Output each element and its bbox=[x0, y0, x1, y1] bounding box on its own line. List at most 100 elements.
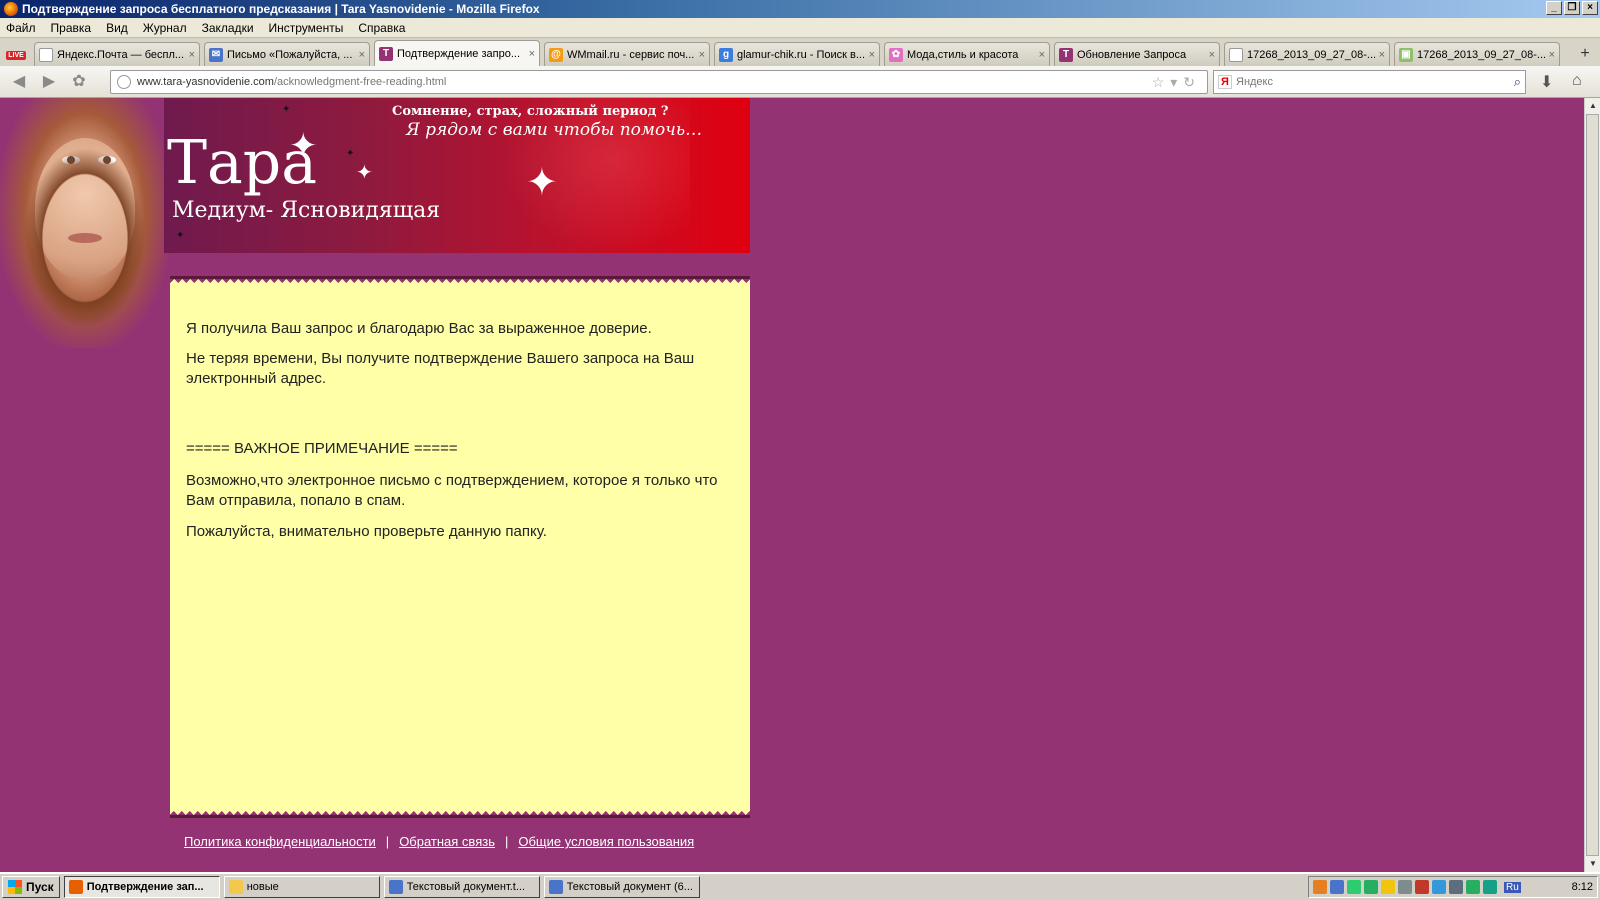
tray-app-icon[interactable] bbox=[1466, 880, 1480, 894]
tab-close-icon[interactable]: × bbox=[359, 49, 365, 61]
tab-favicon-icon: ✉ bbox=[209, 47, 223, 62]
taskbar-items: Подтверждение зап... новые Текстовый докум… bbox=[60, 876, 700, 898]
scroll-up-icon[interactable]: ▲ bbox=[1585, 98, 1600, 114]
tab-close-icon[interactable]: × bbox=[189, 49, 195, 61]
navigation-toolbar: ◀ ▶ ✿ www.tara-yasnovidenie.com /acknowl… bbox=[0, 66, 1600, 98]
clock[interactable]: 8:12 bbox=[1572, 881, 1593, 893]
terms-of-use-link[interactable]: Общие условия пользования bbox=[518, 834, 694, 849]
close-window-button[interactable]: × bbox=[1582, 1, 1598, 15]
privacy-policy-link[interactable]: Политика конфиденциальности bbox=[184, 834, 376, 849]
scroll-down-icon[interactable]: ▼ bbox=[1585, 856, 1600, 872]
tab-label: 17268_2013_09_27_08-... bbox=[1247, 48, 1375, 61]
tray-app-icon[interactable] bbox=[1398, 880, 1412, 894]
tray-app-icon[interactable] bbox=[1483, 880, 1497, 894]
taskbar-item[interactable]: новые bbox=[223, 876, 380, 898]
browser-tab[interactable]: T Обновление Запроса × bbox=[1054, 42, 1220, 66]
tab-favicon-icon: @ bbox=[549, 47, 563, 62]
home-icon[interactable]: ⌂ bbox=[1572, 72, 1582, 90]
minimize-button[interactable]: _ bbox=[1546, 1, 1562, 15]
search-input[interactable]: Яндекс bbox=[1236, 76, 1273, 88]
browser-tab[interactable]: Яндекс.Почта — беспл... × bbox=[34, 42, 200, 66]
feedback-link[interactable]: Обратная связь bbox=[399, 834, 495, 849]
browser-tab[interactable]: ▣ 17268_2013_09_27_08-... × bbox=[1394, 42, 1560, 66]
taskbar-app-icon bbox=[68, 880, 83, 894]
tray-app-icon[interactable] bbox=[1364, 880, 1378, 894]
important-note-heading: ===== ВАЖНОЕ ПРИМЕЧАНИЕ ===== bbox=[186, 440, 458, 457]
star-icon: ✦ bbox=[176, 230, 185, 241]
menu-history[interactable]: Журнал bbox=[143, 21, 187, 35]
back-arrow-icon[interactable]: ◀ bbox=[8, 71, 30, 93]
tab-label: Письмо «Пожалуйста, ... bbox=[227, 48, 353, 61]
restore-button[interactable]: ❐ bbox=[1564, 1, 1580, 15]
taskbar-app-icon bbox=[548, 880, 563, 894]
search-bar[interactable]: Я Яндекс ⌕ bbox=[1213, 70, 1526, 94]
taskbar-item[interactable]: Текстовый документ.t... bbox=[383, 876, 540, 898]
start-button[interactable]: Пуск bbox=[2, 876, 60, 898]
tray-app-icon[interactable] bbox=[1381, 880, 1395, 894]
live-tab[interactable]: LIVE bbox=[4, 44, 28, 66]
taskbar-app-icon bbox=[228, 880, 243, 894]
tabs: Яндекс.Почта — беспл... × ✉ Письмо «Пожалуй… bbox=[34, 40, 1564, 66]
new-tab-button[interactable]: + bbox=[1574, 44, 1596, 66]
tab-label: Яндекс.Почта — беспл... bbox=[57, 48, 185, 61]
window-title: Подтверждение запроса бесплатного предск… bbox=[22, 2, 540, 16]
download-arrow-icon[interactable]: ⬇ bbox=[1540, 72, 1553, 92]
bookmark-star-icon[interactable]: ☆▾↻ bbox=[1152, 74, 1201, 91]
brand-name: Тара bbox=[167, 128, 317, 198]
vertical-scrollbar[interactable]: ▲ ▼ bbox=[1584, 98, 1600, 872]
tab-close-icon[interactable]: × bbox=[1379, 49, 1385, 61]
confirmation-panel: Я получила Ваш запрос и благодарю Вас за… bbox=[170, 276, 750, 818]
tab-favicon-icon: T bbox=[1059, 47, 1073, 62]
tab-favicon-icon bbox=[39, 47, 53, 62]
tab-close-icon[interactable]: × bbox=[1039, 49, 1045, 61]
tab-close-icon[interactable]: × bbox=[699, 49, 705, 61]
tab-close-icon[interactable]: × bbox=[1209, 49, 1215, 61]
taskbar-app-icon bbox=[388, 880, 403, 894]
browser-tab[interactable]: g glamur-chik.ru - Поиск в... × bbox=[714, 42, 880, 66]
tray-app-icon[interactable] bbox=[1449, 880, 1463, 894]
browser-tab[interactable]: 17268_2013_09_27_08-... × bbox=[1224, 42, 1390, 66]
firefox-icon bbox=[4, 2, 18, 16]
scrollbar-thumb[interactable] bbox=[1586, 114, 1599, 856]
yandex-icon[interactable]: Я bbox=[1218, 75, 1232, 89]
tab-label: 17268_2013_09_27_08-... bbox=[1417, 48, 1545, 61]
tab-favicon-icon bbox=[1229, 47, 1243, 62]
menu-view[interactable]: Вид bbox=[106, 21, 128, 35]
confirmation-info-text: Не теряя времени, Вы получите подтвержде… bbox=[186, 350, 695, 387]
tab-close-icon[interactable]: × bbox=[529, 48, 535, 60]
tray-app-icon[interactable] bbox=[1415, 880, 1429, 894]
forward-arrow-icon[interactable]: ▶ bbox=[38, 71, 60, 93]
brand-subtitle: Медиум- Ясновидящая bbox=[172, 198, 441, 223]
sparkle-icon: ✦ bbox=[356, 162, 373, 184]
banner-tagline-italic: Я рядом с вами чтобы помочь… bbox=[406, 120, 703, 140]
sparkle-icon: ✦ bbox=[526, 162, 558, 204]
taskbar-item[interactable]: Текстовый документ (6... bbox=[543, 876, 700, 898]
taskbar-item[interactable]: Подтверждение зап... bbox=[63, 876, 220, 898]
browser-tab[interactable]: ✉ Письмо «Пожалуйста, ... × bbox=[204, 42, 370, 66]
tab-strip: LIVE Яндекс.Почта — беспл... × ✉ Письмо «По… bbox=[0, 39, 1600, 66]
tab-label: WMmail.ru - сервис поч... bbox=[567, 48, 695, 61]
tab-close-icon[interactable]: × bbox=[1549, 49, 1555, 61]
tray-app-icon[interactable] bbox=[1330, 880, 1344, 894]
menu-file[interactable]: Файл bbox=[6, 21, 36, 35]
downloads-icon[interactable]: ✿ bbox=[68, 71, 90, 93]
menu-edit[interactable]: Правка bbox=[51, 21, 92, 35]
tray-app-icon[interactable] bbox=[1313, 880, 1327, 894]
taskbar-item-label: Текстовый документ (6... bbox=[566, 881, 693, 893]
language-indicator[interactable]: Ru bbox=[1504, 881, 1521, 893]
tray-app-icon[interactable] bbox=[1347, 880, 1361, 894]
browser-tab[interactable]: @ WMmail.ru - сервис поч... × bbox=[544, 42, 710, 66]
url-host: www.tara-yasnovidenie.com bbox=[137, 76, 274, 88]
menu-bookmarks[interactable]: Закладки bbox=[202, 21, 254, 35]
browser-tab[interactable]: ✿ Мода,стиль и красота × bbox=[884, 42, 1050, 66]
taskbar-item-label: новые bbox=[246, 881, 279, 893]
search-icon[interactable]: ⌕ bbox=[1514, 74, 1521, 90]
menu-help[interactable]: Справка bbox=[358, 21, 405, 35]
menu-tools[interactable]: Инструменты bbox=[269, 21, 344, 35]
system-tray: Ru 8:12 bbox=[1308, 876, 1598, 898]
tray-app-icon[interactable] bbox=[1432, 880, 1446, 894]
address-bar[interactable]: www.tara-yasnovidenie.com /acknowledgmen… bbox=[110, 70, 1208, 94]
browser-tab[interactable]: T Подтверждение запро... × bbox=[374, 40, 540, 66]
tab-close-icon[interactable]: × bbox=[869, 49, 875, 61]
check-folder-text: Пожалуйста, внимательно проверьте данную… bbox=[186, 523, 547, 540]
